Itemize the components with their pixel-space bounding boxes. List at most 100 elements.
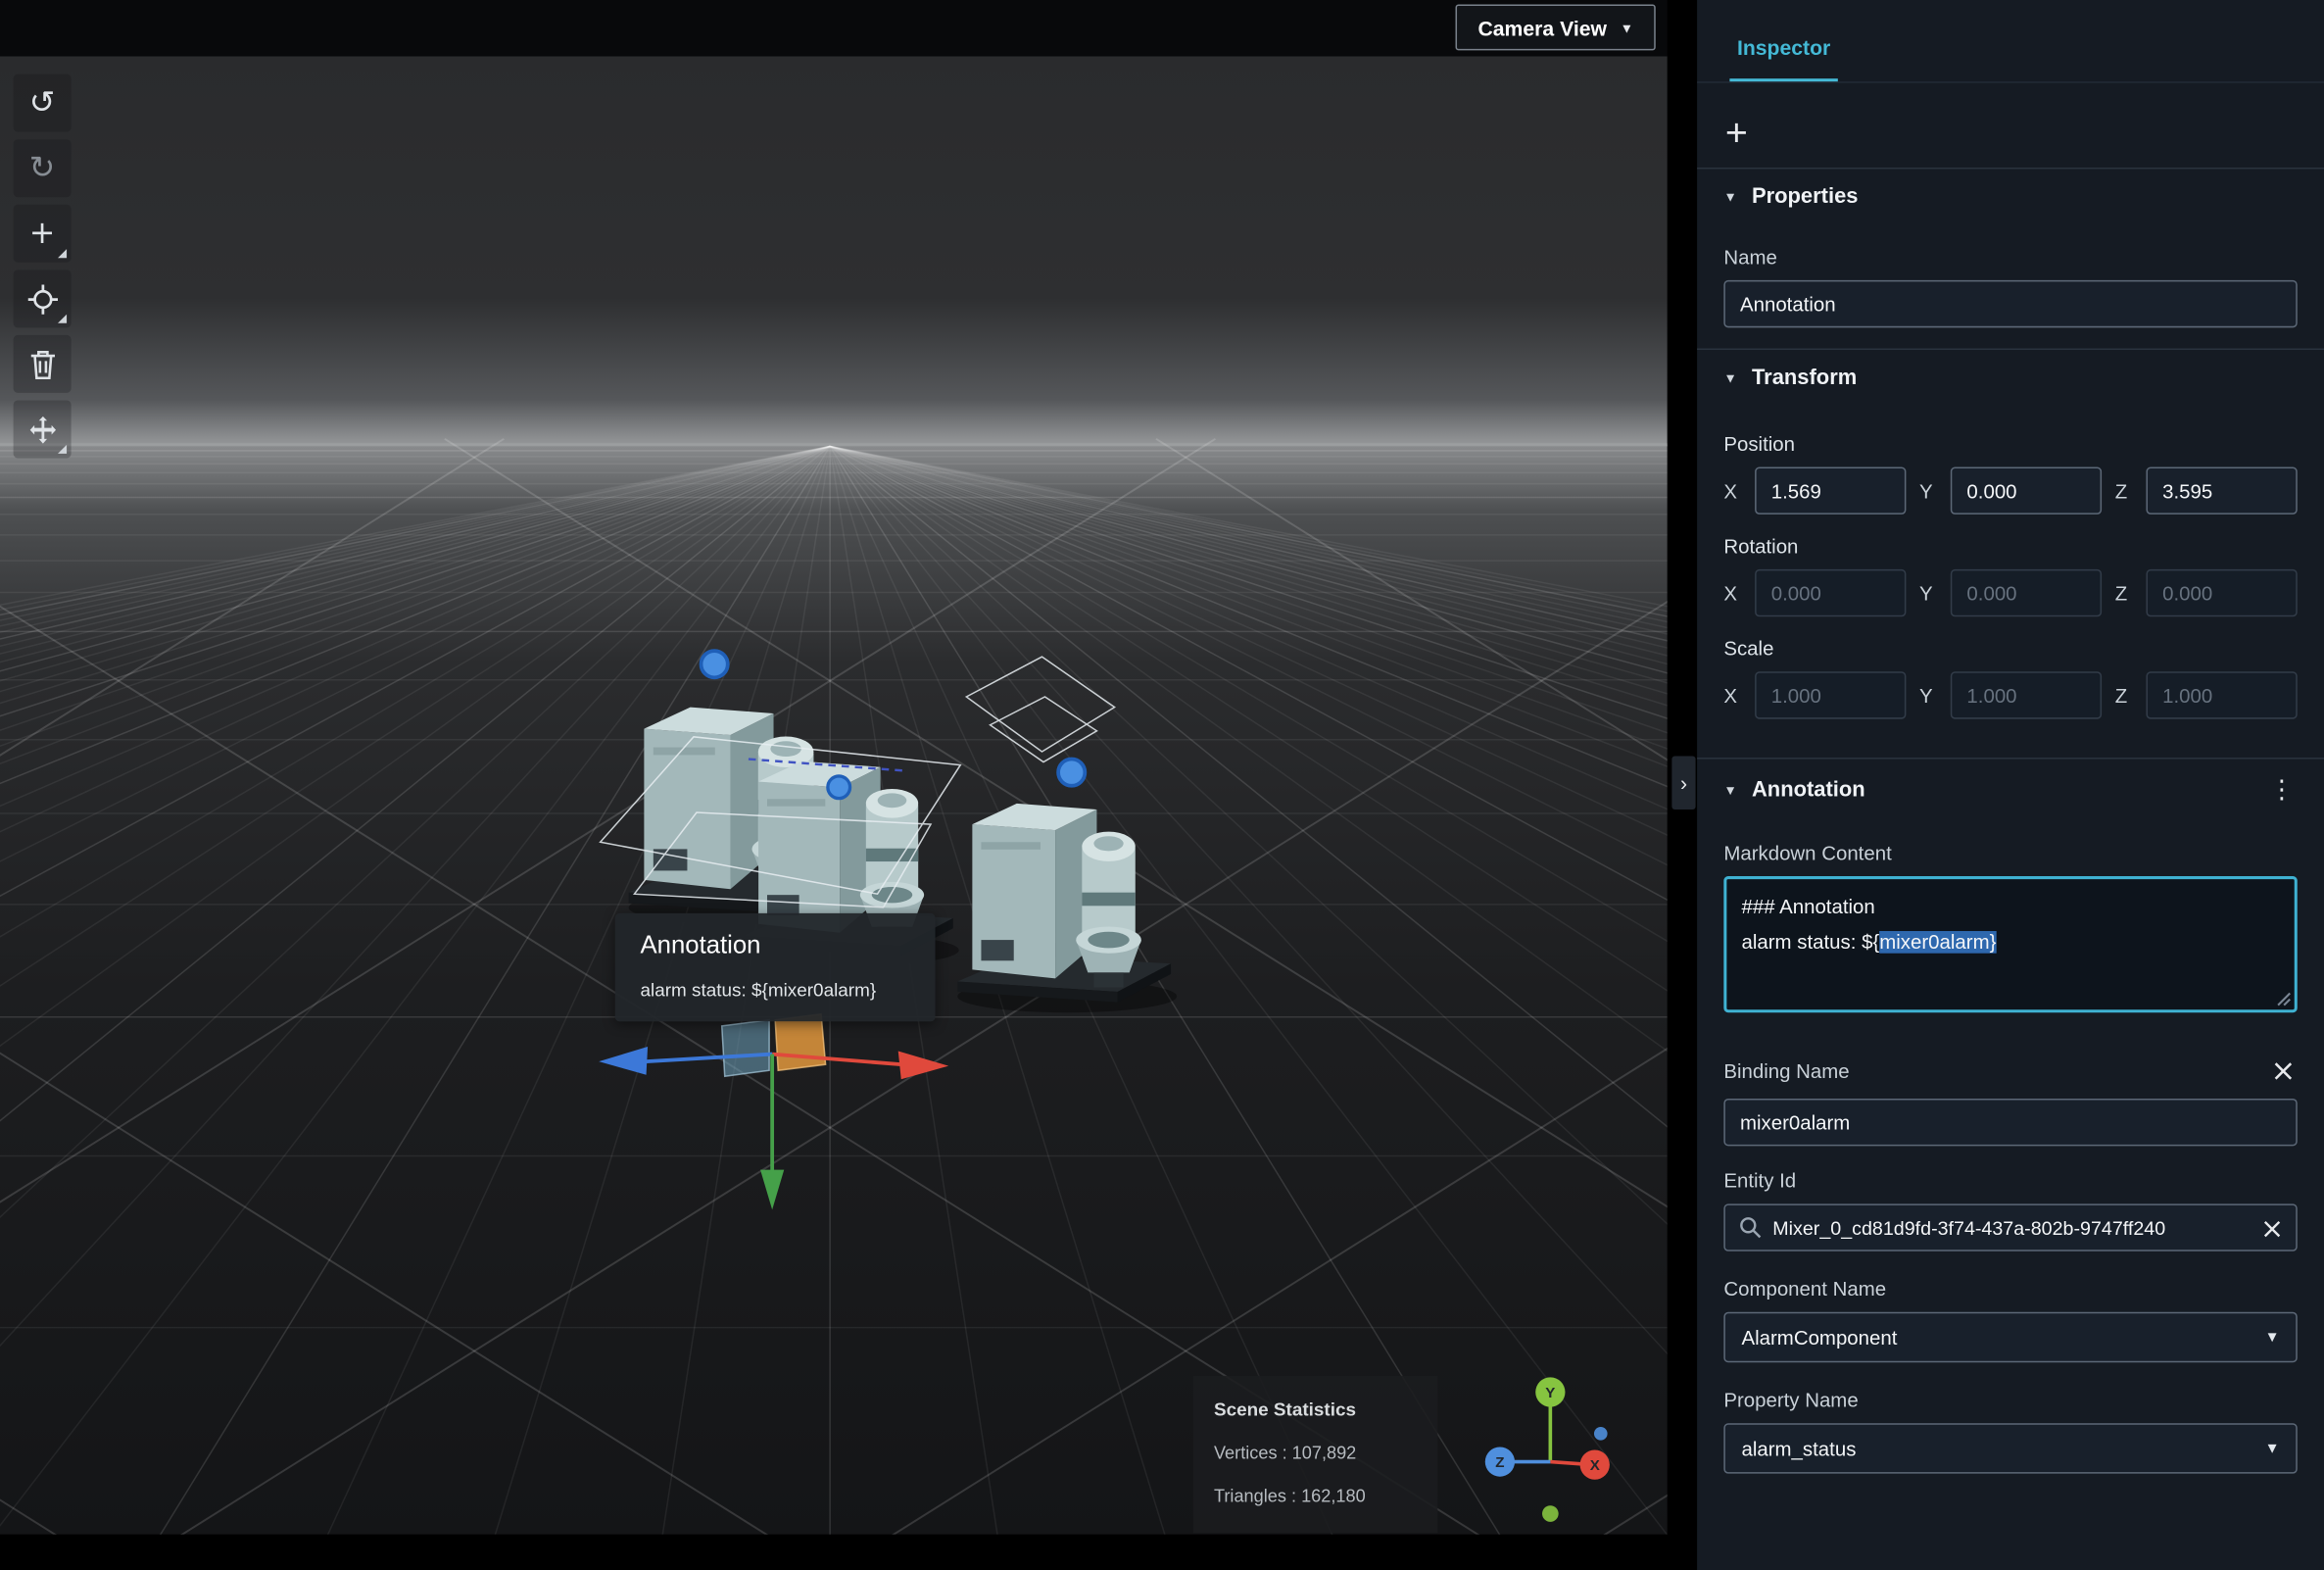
sky xyxy=(0,56,1668,447)
rotation-z-label: Z xyxy=(2114,581,2128,605)
rotation-row: X Y Z xyxy=(1723,568,2298,617)
scale-z-input[interactable] xyxy=(2146,671,2298,719)
app: Camera View ▼ ↺ ↻ + Annotation alarm sta… xyxy=(0,0,2324,1570)
property-name-select[interactable]: alarm_status ▼ xyxy=(1723,1423,2298,1474)
position-label: Position xyxy=(1723,432,1795,456)
chevron-down-icon: ▼ xyxy=(2264,1440,2280,1457)
property-name-label: Property Name xyxy=(1723,1389,1859,1412)
annotation-menu-button[interactable]: ⋮ xyxy=(2266,775,2298,805)
tab-inspector[interactable]: Inspector xyxy=(1729,35,1838,82)
clear-entity-id-button[interactable] xyxy=(2258,1215,2285,1242)
position-x-input[interactable] xyxy=(1755,466,1907,515)
property-name-value: alarm_status xyxy=(1741,1437,1857,1460)
annotation-anchor-1[interactable] xyxy=(699,649,730,680)
scene-statistics-vertices: Vertices : 107,892 xyxy=(1213,1442,1357,1464)
caret-down-icon: ▼ xyxy=(1723,782,1737,798)
position-y-label: Y xyxy=(1919,479,1933,503)
markdown-line-1: ### Annotation xyxy=(1741,895,1875,918)
markdown-content-textarea[interactable]: ### Annotation alarm status: ${mixer0ala… xyxy=(1723,876,2298,1013)
axis-y-label: Y xyxy=(1545,1385,1555,1401)
scale-x-input[interactable] xyxy=(1755,671,1907,719)
component-name-select[interactable]: AlarmComponent ▼ xyxy=(1723,1311,2298,1363)
annotation-anchor-2[interactable] xyxy=(826,774,852,801)
rotation-y-label: Y xyxy=(1919,581,1933,605)
anchor-target-icon xyxy=(26,283,58,314)
delete-button[interactable] xyxy=(13,334,72,393)
gizmo-plane-xy[interactable] xyxy=(774,1012,827,1072)
annotation-tooltip-body: alarm status: ${mixer0alarm} xyxy=(640,979,877,1002)
axis-neg-z-handle[interactable] xyxy=(1593,1427,1608,1441)
section-header-properties[interactable]: ▼ Properties xyxy=(1697,167,2324,225)
entity-id-input[interactable] xyxy=(1772,1216,2251,1239)
search-icon xyxy=(1740,1217,1762,1239)
add-component-row: + xyxy=(1697,83,2324,168)
section-body-annotation: Markdown Content ### Annotation alarm st… xyxy=(1697,821,2324,1495)
rotation-y-input[interactable] xyxy=(1950,568,2103,617)
position-z-input[interactable] xyxy=(2146,466,2298,515)
annotation-anchor-3[interactable] xyxy=(1056,757,1088,788)
camera-view-dropdown[interactable]: Camera View ▼ xyxy=(1455,4,1656,51)
scale-y-input[interactable] xyxy=(1950,671,2103,719)
position-row: X Y Z xyxy=(1723,466,2298,515)
viewport-topbar: Camera View ▼ xyxy=(0,0,1668,57)
caret-down-icon: ▼ xyxy=(1723,370,1737,386)
add-component-button[interactable]: + xyxy=(1725,113,1748,151)
inspector-tabbar: Inspector xyxy=(1697,0,2324,83)
entity-id-label: Entity Id xyxy=(1723,1169,1797,1193)
gizmo-plane-zy[interactable] xyxy=(720,1018,770,1078)
resize-grip[interactable] xyxy=(2275,991,2292,1007)
markdown-selection: mixer0alarm} xyxy=(1879,931,1997,954)
viewport-3d: Camera View ▼ ↺ ↻ + Annotation alarm sta… xyxy=(0,0,1668,1570)
position-z-label: Z xyxy=(2114,479,2128,503)
rotation-x-label: X xyxy=(1723,581,1737,605)
anchor-tool-button[interactable] xyxy=(13,270,72,328)
section-title-transform: Transform xyxy=(1751,366,1858,390)
markdown-line-2-prefix: alarm status: ${ xyxy=(1741,931,1880,954)
tab-inspector-label: Inspector xyxy=(1736,35,1831,60)
remove-binding-button[interactable] xyxy=(2269,1057,2298,1086)
axis-z-label: Z xyxy=(1495,1454,1504,1471)
position-y-input[interactable] xyxy=(1950,466,2103,515)
rotation-x-input[interactable] xyxy=(1755,568,1907,617)
trash-icon xyxy=(30,350,55,379)
scene-statistics-title: Scene Statistics xyxy=(1213,1399,1357,1421)
name-input[interactable] xyxy=(1723,279,2298,328)
axis-x-label: X xyxy=(1590,1457,1600,1474)
scale-x-label: X xyxy=(1723,684,1737,707)
section-header-annotation[interactable]: ▼ Annotation ⋮ xyxy=(1697,758,2324,821)
panel-collapse-button[interactable]: › xyxy=(1671,756,1696,810)
axis-orientation-widget[interactable]: Y X Z xyxy=(1471,1371,1624,1531)
section-body-properties: Name xyxy=(1697,225,2324,349)
section-body-transform: Position X Y Z Rotation X Y Z Scale X xyxy=(1697,406,2324,758)
markdown-content-label: Markdown Content xyxy=(1723,842,1892,864)
binding-name-row: Binding Name xyxy=(1723,1057,2297,1086)
redo-icon: ↻ xyxy=(28,149,56,186)
annotation-tooltip: Annotation alarm status: ${mixer0alarm} xyxy=(614,912,936,1022)
binding-name-label: Binding Name xyxy=(1723,1059,1850,1083)
chevron-down-icon: ▼ xyxy=(2264,1329,2280,1346)
scale-label: Scale xyxy=(1723,637,1774,661)
rotation-z-input[interactable] xyxy=(2146,568,2298,617)
add-object-button[interactable]: + xyxy=(13,204,72,263)
section-title-properties: Properties xyxy=(1751,185,1859,210)
binding-name-input[interactable] xyxy=(1723,1098,2298,1147)
scene-statistics-triangles: Triangles : 162,180 xyxy=(1213,1485,1366,1506)
scene-statistics-panel: Scene Statistics Vertices : 107,892 Tria… xyxy=(1192,1375,1438,1534)
transform-tool-button[interactable] xyxy=(13,400,72,459)
camera-view-label: Camera View xyxy=(1477,15,1607,40)
plus-icon: + xyxy=(28,215,56,251)
close-icon xyxy=(2274,1062,2293,1080)
viewport-toolbar: ↺ ↻ + xyxy=(13,74,72,459)
caret-down-icon: ▼ xyxy=(1723,189,1737,205)
position-x-label: X xyxy=(1723,479,1737,503)
markdown-line-2: alarm status: ${mixer0alarm} xyxy=(1741,925,2279,960)
scale-y-label: Y xyxy=(1919,684,1933,707)
section-header-transform[interactable]: ▼ Transform xyxy=(1697,348,2324,406)
scene-canvas[interactable] xyxy=(0,56,1668,1535)
section-title-annotation: Annotation xyxy=(1751,778,1865,803)
redo-button[interactable]: ↻ xyxy=(13,139,72,198)
rotation-label: Rotation xyxy=(1723,535,1799,558)
axis-neg-y-handle[interactable] xyxy=(1542,1505,1559,1522)
component-name-value: AlarmComponent xyxy=(1741,1326,1898,1349)
undo-button[interactable]: ↺ xyxy=(13,74,72,132)
